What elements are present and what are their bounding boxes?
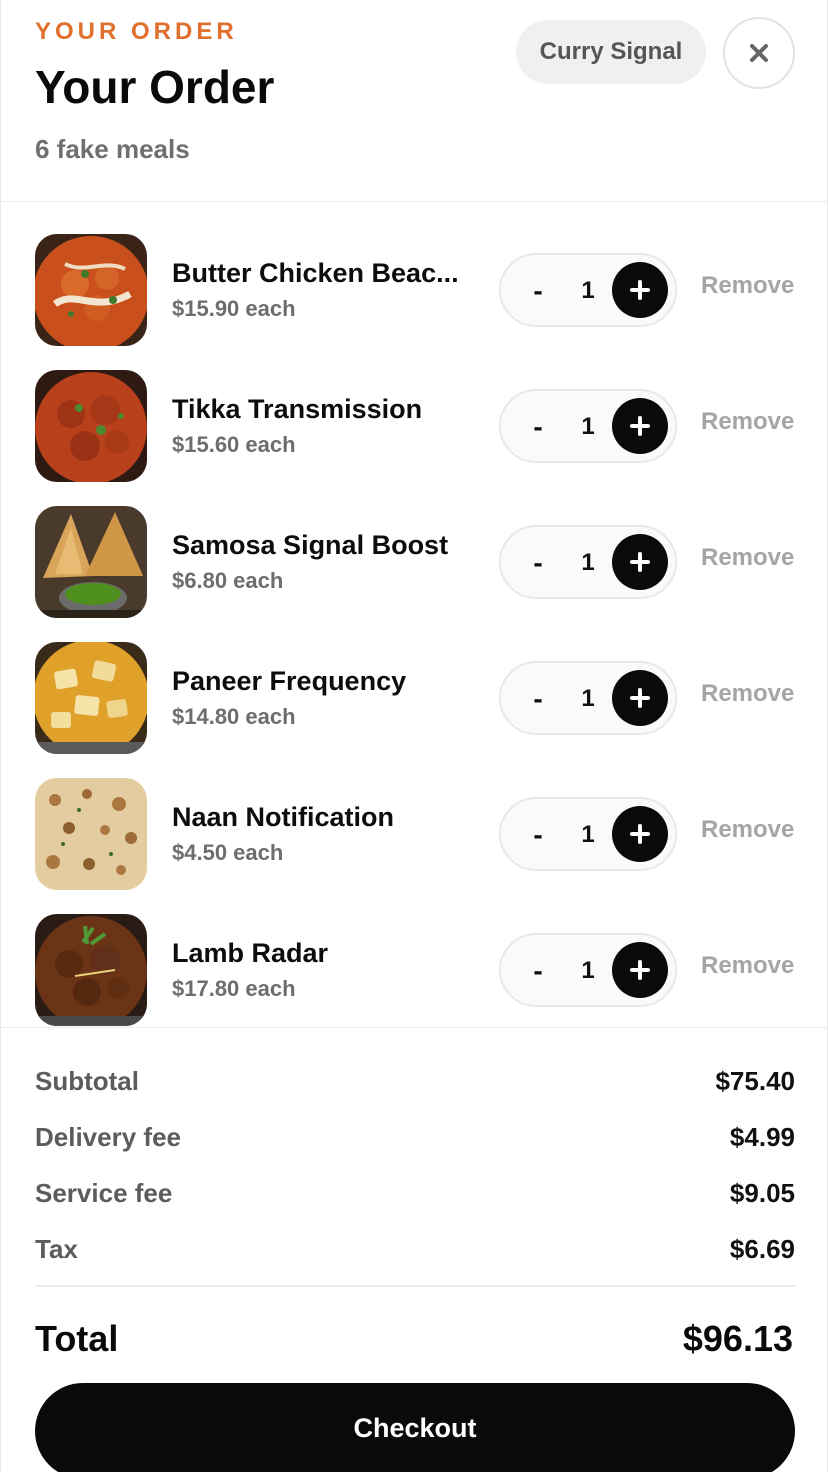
total-label: Total [35,1318,119,1359]
tikka-image [35,370,147,482]
remove-button[interactable]: Remove [701,408,794,436]
plus-icon [630,960,650,980]
quantity-stepper: - 1 [499,525,677,599]
decrease-button[interactable]: - [523,273,553,309]
remove-button[interactable]: Remove [701,952,794,980]
close-button[interactable] [723,17,795,89]
item-price: $17.80 each [172,976,296,1001]
subtotal-row: Subtotal $75.40 [35,1066,795,1102]
quantity-value: 1 [581,277,595,304]
order-panel: YOUR ORDER Your Order 6 fake meals Curry… [0,0,828,1472]
item-name: Naan Notification [172,802,395,832]
decrease-button[interactable]: - [523,681,553,717]
order-header: YOUR ORDER Your Order 6 fake meals Curry… [1,0,827,202]
item-price: $4.50 each [172,840,284,865]
quantity-value: 1 [581,957,595,984]
remove-button[interactable]: Remove [701,816,794,844]
quantity-value: 1 [581,685,595,712]
increase-button[interactable] [612,942,668,998]
quantity-stepper: - 1 [499,933,677,1007]
paneer-image [35,642,147,754]
samosa-image [35,506,147,618]
butter-chicken-image [35,234,147,346]
decrease-button[interactable]: - [523,817,553,853]
subtotal-label: Subtotal [35,1066,139,1096]
tax-value: $6.69 [729,1234,795,1264]
quantity-stepper: - 1 [499,797,677,871]
quantity-value: 1 [581,413,595,440]
item-name: Lamb Radar [172,938,329,968]
plus-icon [630,416,650,436]
delivery-fee-value: $4.99 [729,1122,795,1152]
cart-item: Tikka Transmission $15.60 each - 1 Remov… [1,370,827,482]
cart-item: Paneer Frequency $14.80 each - 1 Remove [1,642,827,754]
cart-item: Lamb Radar $17.80 each - 1 Remove [1,914,827,1026]
item-price: $14.80 each [172,704,296,729]
decrease-button[interactable]: - [523,409,553,445]
lamb-curry-image [35,914,147,1026]
tax-row: Tax $6.69 [35,1234,795,1270]
cart-item: Naan Notification $4.50 each - 1 Remove [1,778,827,890]
plus-icon [630,552,650,572]
plus-icon [630,824,650,844]
item-price: $6.80 each [172,568,284,593]
remove-button[interactable]: Remove [701,272,794,300]
plus-icon [630,280,650,300]
checkout-button[interactable]: Checkout [35,1383,795,1472]
item-name: Paneer Frequency [172,666,407,696]
delivery-fee-row: Delivery fee $4.99 [35,1122,795,1158]
order-summary: Subtotal $75.40 Delivery fee $4.99 Servi… [1,1028,827,1472]
tax-label: Tax [35,1234,78,1264]
plus-icon [630,688,650,708]
item-name: Tikka Transmission [172,394,423,424]
service-fee-value: $9.05 [729,1178,795,1208]
service-fee-label: Service fee [35,1178,173,1208]
quantity-stepper: - 1 [499,389,677,463]
delivery-fee-label: Delivery fee [35,1122,181,1152]
decrease-button[interactable]: - [523,953,553,989]
quantity-stepper: - 1 [499,253,677,327]
increase-button[interactable] [612,262,668,318]
eyebrow-label: YOUR ORDER [35,18,238,45]
restaurant-chip[interactable]: Curry Signal [516,20,706,84]
cart-items-list[interactable]: Butter Chicken Beac... $15.90 each - 1 R… [1,202,827,1028]
increase-button[interactable] [612,534,668,590]
meal-count: 6 fake meals [35,134,190,164]
quantity-value: 1 [581,549,595,576]
item-name: Samosa Signal Boost [172,530,449,560]
cart-item: Samosa Signal Boost $6.80 each - 1 Remov… [1,506,827,618]
total-value: $96.13 [682,1318,793,1359]
naan-image [35,778,147,890]
summary-divider [35,1285,795,1287]
increase-button[interactable] [612,398,668,454]
quantity-value: 1 [581,821,595,848]
remove-button[interactable]: Remove [701,544,794,572]
cart-item: Butter Chicken Beac... $15.90 each - 1 R… [1,234,827,346]
item-price: $15.60 each [172,432,296,457]
item-price: $15.90 each [172,296,296,321]
item-name: Butter Chicken Beac... [172,258,459,288]
decrease-button[interactable]: - [523,545,553,581]
increase-button[interactable] [612,670,668,726]
page-title: Your Order [35,61,275,113]
service-fee-row: Service fee $9.05 [35,1178,795,1214]
increase-button[interactable] [612,806,668,862]
subtotal-value: $75.40 [715,1066,795,1096]
quantity-stepper: - 1 [499,661,677,735]
remove-button[interactable]: Remove [701,680,794,708]
close-icon [750,44,768,62]
